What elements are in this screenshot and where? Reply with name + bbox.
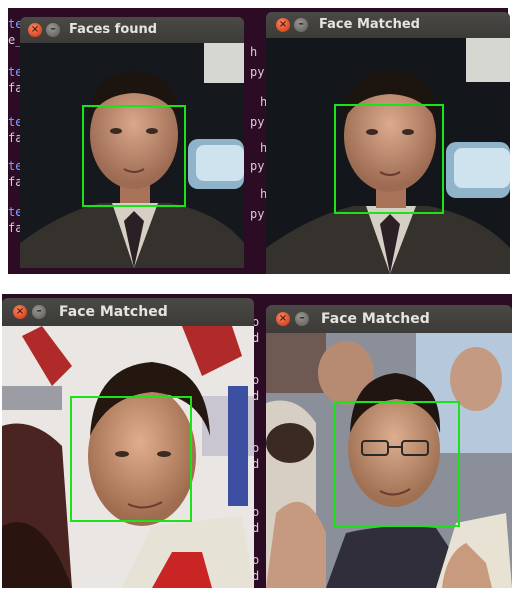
window-title: Face Matched bbox=[59, 304, 168, 320]
close-icon[interactable]: × bbox=[13, 305, 27, 319]
minimize-icon[interactable]: – bbox=[294, 18, 308, 32]
terminal-text: py bbox=[250, 207, 265, 221]
close-icon[interactable]: × bbox=[276, 312, 290, 326]
photo bbox=[266, 333, 512, 588]
window-faces-found: × – Faces found bbox=[20, 17, 244, 268]
close-icon[interactable]: × bbox=[28, 23, 42, 37]
titlebar[interactable]: × – Faces found bbox=[20, 17, 244, 43]
terminal-text: py bbox=[250, 159, 265, 173]
minimize-icon[interactable]: – bbox=[32, 305, 46, 319]
minimize-icon[interactable]: – bbox=[295, 312, 309, 326]
window-face-matched-bottom-right: × – Face Matched bbox=[266, 305, 512, 588]
window-face-matched-bottom-left: × – Face Matched bbox=[2, 298, 254, 588]
terminal-text: h bbox=[250, 45, 258, 59]
minimize-icon[interactable]: – bbox=[46, 23, 60, 37]
window-face-matched-top: × – Face Matched bbox=[266, 12, 510, 274]
titlebar[interactable]: × – Face Matched bbox=[266, 305, 512, 333]
face-detection-box bbox=[334, 401, 460, 527]
photo bbox=[266, 38, 510, 274]
face-detection-box bbox=[82, 105, 186, 207]
face-detection-box bbox=[70, 396, 192, 522]
photo bbox=[2, 326, 254, 588]
window-title: Face Matched bbox=[319, 17, 420, 32]
terminal-text: py bbox=[250, 65, 265, 79]
titlebar[interactable]: × – Face Matched bbox=[266, 12, 510, 38]
photo bbox=[20, 43, 244, 268]
window-title: Face Matched bbox=[321, 311, 430, 327]
face-detection-box bbox=[334, 104, 444, 214]
titlebar[interactable]: × – Face Matched bbox=[2, 298, 254, 326]
window-title: Faces found bbox=[69, 22, 158, 37]
close-icon[interactable]: × bbox=[276, 18, 290, 32]
terminal-text: py bbox=[250, 115, 265, 129]
